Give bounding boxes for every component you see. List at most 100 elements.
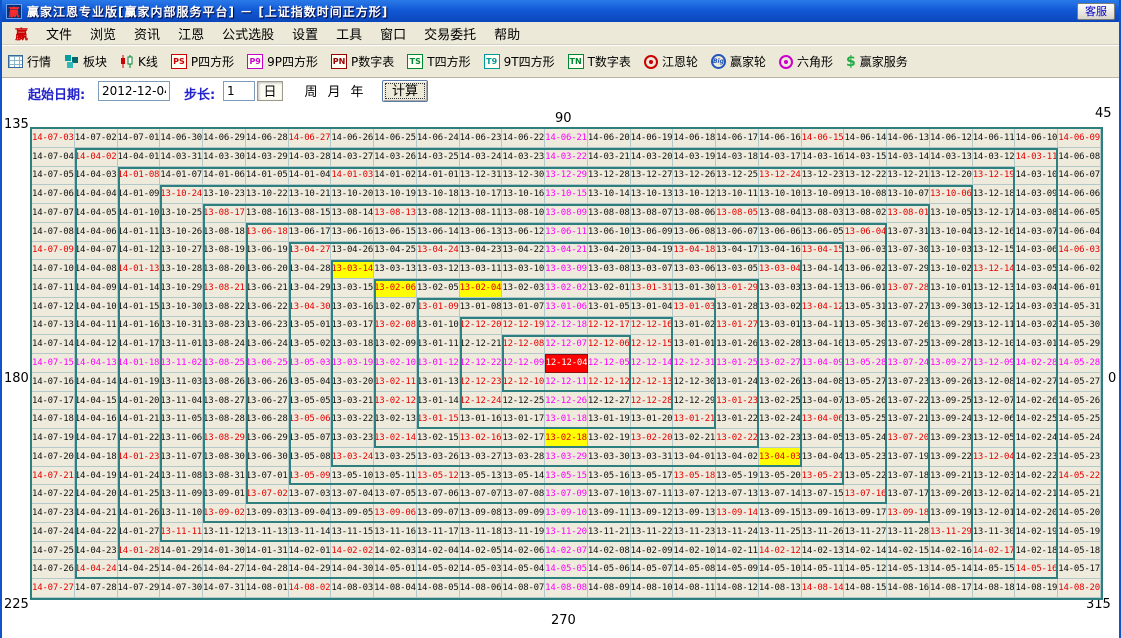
tool-T数字表[interactable]: TNT数字表 xyxy=(568,53,631,70)
customer-service-button[interactable]: 客服 xyxy=(1077,3,1115,20)
date-cell: 14-02-24 xyxy=(1015,429,1058,448)
date-cell: 13-06-03 xyxy=(844,242,887,261)
menu-item-交易委托[interactable]: 交易委托 xyxy=(415,22,485,45)
date-cell: 13-03-19 xyxy=(331,354,374,373)
date-cell: 14-03-19 xyxy=(673,148,716,167)
tool-9P四方形[interactable]: P99P四方形 xyxy=(247,53,318,70)
menu-item-设置[interactable]: 设置 xyxy=(283,22,327,45)
date-cell: 14-08-08 xyxy=(545,579,588,598)
tool-行情[interactable]: 行情 xyxy=(8,53,51,70)
date-cell: 13-02-27 xyxy=(759,354,802,373)
date-cell: 13-03-01 xyxy=(759,317,802,336)
menu-logo[interactable]: 赢 xyxy=(6,22,37,45)
date-cell: 14-02-10 xyxy=(673,542,716,561)
date-cell: 13-03-26 xyxy=(417,448,460,467)
menu-item-工具[interactable]: 工具 xyxy=(327,22,371,45)
date-cell: 14-07-24 xyxy=(32,523,75,542)
date-cell: 13-04-21 xyxy=(545,242,588,261)
date-cell: 13-05-08 xyxy=(289,448,332,467)
date-cell: 14-03-22 xyxy=(545,148,588,167)
date-cell: 14-04-10 xyxy=(75,298,118,317)
angle-label-135: 135 xyxy=(4,117,29,132)
tool-K线[interactable]: K线 xyxy=(120,53,158,70)
date-cell: 13-02-22 xyxy=(716,429,759,448)
date-cell: 13-07-19 xyxy=(887,448,930,467)
menu-item-文件[interactable]: 文件 xyxy=(37,22,81,45)
period-button-日[interactable]: 日 xyxy=(257,81,283,101)
date-cell: 13-11-12 xyxy=(203,523,246,542)
candlestick-icon xyxy=(120,54,134,69)
date-cell: 14-05-08 xyxy=(673,560,716,579)
date-cell: 13-07-15 xyxy=(802,485,845,504)
date-cell: 13-11-10 xyxy=(160,504,203,523)
date-cell: 14-05-24 xyxy=(1058,429,1101,448)
date-cell: 14-01-08 xyxy=(118,167,161,186)
menu-item-浏览[interactable]: 浏览 xyxy=(81,22,125,45)
date-cell: 13-08-27 xyxy=(203,392,246,411)
tool-赢家服务[interactable]: $赢家服务 xyxy=(846,53,908,70)
date-cell: 13-11-27 xyxy=(844,523,887,542)
date-cell: 12-12-12 xyxy=(588,373,631,392)
tool-六角形[interactable]: 六角形 xyxy=(779,53,833,70)
badge-icon: TS xyxy=(407,54,423,69)
date-cell: 14-01-23 xyxy=(118,448,161,467)
date-cell: 13-07-28 xyxy=(887,279,930,298)
tool-板块[interactable]: 板块 xyxy=(64,53,107,70)
date-cell: 14-01-19 xyxy=(118,373,161,392)
date-cell: 13-03-14 xyxy=(331,260,374,279)
tool-T四方形[interactable]: TST四方形 xyxy=(407,53,470,70)
date-cell: 13-04-13 xyxy=(802,279,845,298)
date-cell: 14-01-07 xyxy=(160,167,203,186)
date-cell: 13-06-17 xyxy=(289,223,332,242)
date-cell: 13-05-20 xyxy=(759,467,802,486)
tool-P四方形[interactable]: PSP四方形 xyxy=(171,53,234,70)
date-cell: 13-03-13 xyxy=(374,260,417,279)
date-cell: 13-11-11 xyxy=(160,523,203,542)
date-cell: 13-01-08 xyxy=(460,298,503,317)
menu-item-资讯[interactable]: 资讯 xyxy=(125,22,169,45)
date-cell: 14-01-10 xyxy=(118,204,161,223)
date-cell: 13-03-17 xyxy=(331,317,374,336)
date-cell: 13-12-25 xyxy=(716,167,759,186)
tool-赢家轮[interactable]: Big赢家轮 xyxy=(711,53,766,70)
tool-9T四方形[interactable]: T99T四方形 xyxy=(484,53,555,70)
menu-item-窗口[interactable]: 窗口 xyxy=(371,22,415,45)
date-cell: 14-04-21 xyxy=(75,504,118,523)
date-cell: 13-03-28 xyxy=(502,448,545,467)
date-cell: 14-05-26 xyxy=(1058,392,1101,411)
date-cell: 13-07-14 xyxy=(759,485,802,504)
date-cell: 13-07-08 xyxy=(502,485,545,504)
date-cell: 13-07-11 xyxy=(631,485,674,504)
tool-label: 六角形 xyxy=(797,53,833,70)
start-date-input[interactable] xyxy=(98,81,170,101)
tool-江恩轮[interactable]: 江恩轮 xyxy=(644,53,698,70)
date-cell: 13-10-17 xyxy=(460,185,503,204)
calculate-button[interactable]: 计算 xyxy=(382,80,428,102)
tool-label: 行情 xyxy=(27,53,51,70)
date-cell: 13-04-25 xyxy=(374,242,417,261)
tool-P数字表[interactable]: PNP数字表 xyxy=(331,53,394,70)
date-cell: 14-05-25 xyxy=(1058,410,1101,429)
date-cell: 13-06-11 xyxy=(545,223,588,242)
date-cell: 13-06-13 xyxy=(460,223,503,242)
menu-item-帮助[interactable]: 帮助 xyxy=(485,22,529,45)
date-cell: 13-06-28 xyxy=(246,410,289,429)
date-cell: 14-03-14 xyxy=(887,148,930,167)
date-cell: 13-07-07 xyxy=(460,485,503,504)
menu-item-江恩[interactable]: 江恩 xyxy=(169,22,213,45)
date-cell: 13-01-01 xyxy=(673,335,716,354)
date-cell: 13-05-02 xyxy=(289,335,332,354)
date-cell: 13-02-20 xyxy=(631,429,674,448)
date-cell: 13-08-15 xyxy=(289,204,332,223)
date-cell: 14-01-06 xyxy=(203,167,246,186)
date-cell: 14-06-30 xyxy=(160,129,203,148)
start-date-label: 起始日期: xyxy=(28,84,85,103)
date-cell: 13-05-19 xyxy=(716,467,759,486)
date-cell: 14-02-19 xyxy=(1015,523,1058,542)
date-cell: 14-08-14 xyxy=(802,579,845,598)
date-cell: 13-07-10 xyxy=(588,485,631,504)
step-input[interactable] xyxy=(223,81,255,101)
period-button-年[interactable]: 年 xyxy=(344,81,370,101)
date-cell: 13-04-12 xyxy=(802,298,845,317)
menu-item-公式选股[interactable]: 公式选股 xyxy=(213,22,283,45)
